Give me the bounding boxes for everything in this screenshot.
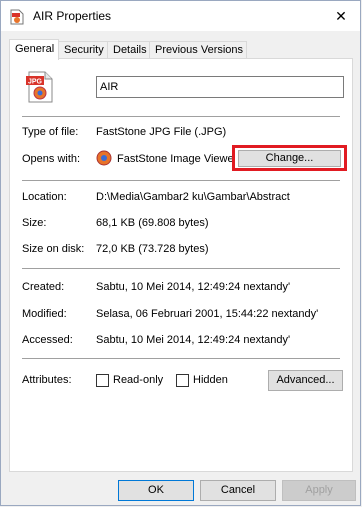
accessed-label: Accessed:	[22, 334, 73, 346]
cancel-button[interactable]: Cancel	[200, 480, 276, 501]
modified-label: Modified:	[22, 308, 67, 320]
change-button[interactable]: Change...	[238, 150, 341, 167]
readonly-checkbox[interactable]	[96, 374, 109, 387]
jpg-file-icon: JPG	[26, 71, 53, 103]
advanced-button[interactable]: Advanced...	[268, 370, 343, 391]
tab-details[interactable]: Details	[107, 41, 150, 58]
tab-previous-versions[interactable]: Previous Versions	[149, 41, 247, 58]
divider	[22, 358, 340, 359]
readonly-label[interactable]: Read-only	[113, 374, 163, 386]
attributes-label: Attributes:	[22, 374, 72, 386]
apply-button[interactable]: Apply	[282, 480, 356, 501]
jpg-badge-text: JPG	[28, 79, 43, 86]
properties-window: AIR Properties ✕ General Security Detail…	[0, 0, 361, 506]
close-icon: ✕	[335, 8, 347, 24]
type-label: Type of file:	[22, 126, 79, 138]
window-title: AIR Properties	[33, 9, 112, 23]
divider	[22, 268, 340, 269]
title-bar: AIR Properties ✕	[1, 1, 360, 31]
size-label: Size:	[22, 217, 47, 229]
hidden-label[interactable]: Hidden	[193, 374, 228, 386]
divider	[22, 116, 340, 117]
location-value: D:\Media\Gambar2 ku\Gambar\Abstract	[96, 191, 290, 203]
file-icon	[10, 9, 24, 25]
opens-with-label: Opens with:	[22, 153, 81, 165]
created-label: Created:	[22, 281, 65, 293]
divider	[22, 180, 340, 181]
file-name-input[interactable]: AIR	[96, 76, 344, 98]
size-value: 68,1 KB (69.808 bytes)	[96, 217, 209, 229]
opens-with-value: FastStone Image Viewe	[117, 153, 234, 165]
close-button[interactable]: ✕	[322, 1, 360, 31]
ok-button[interactable]: OK	[118, 480, 194, 501]
general-panel: JPG AIR Type of file: FastStone JPG File…	[9, 58, 353, 472]
hidden-checkbox[interactable]	[176, 374, 189, 387]
size-on-disk-label: Size on disk:	[22, 243, 85, 255]
created-value: Sabtu, 10 Mei 2014, 12:49:24 nextandy'	[96, 281, 291, 293]
tab-security[interactable]: Security	[58, 41, 108, 58]
modified-value: Selasa, 06 Februari 2001, 15:44:22 nexta…	[96, 308, 319, 320]
tab-general[interactable]: General	[9, 39, 59, 60]
accessed-value: Sabtu, 10 Mei 2014, 12:49:24 nextandy'	[96, 334, 291, 346]
type-value: FastStone JPG File (.JPG)	[96, 126, 227, 138]
location-label: Location:	[22, 191, 67, 203]
size-on-disk-value: 72,0 KB (73.728 bytes)	[96, 243, 209, 255]
faststone-app-icon	[96, 150, 112, 166]
